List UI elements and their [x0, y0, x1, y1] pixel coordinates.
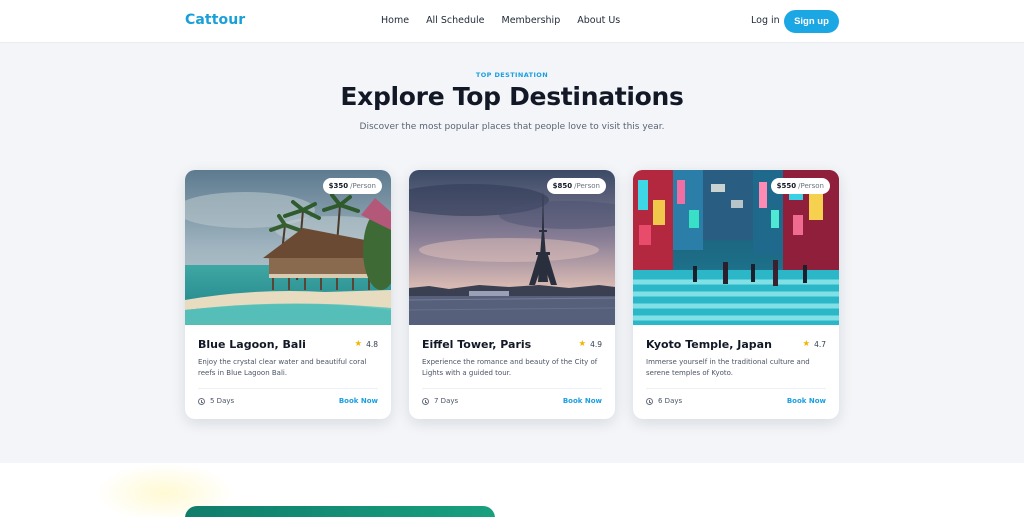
- duration-text: 5 Days: [210, 397, 235, 405]
- destination-card-paris[interactable]: $850 /Person Eiffel Tower, Paris ★ 4.9 E…: [409, 170, 615, 419]
- divider: [646, 388, 826, 389]
- star-icon: ★: [802, 339, 811, 349]
- clock-icon: [646, 397, 653, 405]
- section-eyebrow: TOP DESTINATION: [475, 71, 549, 79]
- signup-button[interactable]: Sign up: [784, 10, 839, 33]
- clock-icon: [198, 397, 205, 405]
- section-subtitle: Discover the most popular places that pe…: [359, 122, 665, 132]
- destination-description: Experience the romance and beauty of the…: [422, 358, 598, 377]
- price-amount: $350: [328, 182, 349, 190]
- destination-description: Immerse yourself in the traditional cult…: [646, 358, 810, 377]
- top-navbar: Cattour Home All Schedule Membership Abo…: [0, 0, 1024, 43]
- divider: [422, 388, 602, 389]
- rating: ★ 4.9: [578, 339, 602, 349]
- divider: [198, 388, 378, 389]
- price-badge: $350 /Person: [322, 178, 382, 194]
- book-now-link[interactable]: Book Now: [787, 397, 826, 405]
- price-amount: $550: [776, 182, 797, 190]
- nav-membership[interactable]: Membership: [502, 15, 561, 26]
- login-link[interactable]: Log in: [751, 15, 780, 26]
- destination-name: Kyoto Temple, Japan: [646, 338, 772, 351]
- section-title: Explore Top Destinations: [340, 82, 684, 111]
- price-badge: $550 /Person: [770, 178, 830, 194]
- price-badge: $850 /Person: [546, 178, 606, 194]
- trip-duration: 7 Days: [422, 397, 458, 405]
- duration-text: 7 Days: [434, 397, 459, 405]
- nav-home[interactable]: Home: [381, 15, 409, 26]
- trip-duration: 5 Days: [198, 397, 234, 405]
- logo[interactable]: Cattour: [185, 12, 245, 28]
- clock-icon: [422, 397, 429, 405]
- destination-name: Eiffel Tower, Paris: [422, 338, 532, 351]
- destination-card-kyoto[interactable]: $550 /Person Kyoto Temple, Japan ★ 4.7 I…: [633, 170, 839, 419]
- rating-value: 4.8: [366, 339, 378, 349]
- rating: ★ 4.8: [354, 339, 378, 349]
- promo-banner: [185, 506, 495, 517]
- star-icon: ★: [578, 339, 587, 349]
- rating: ★ 4.7: [802, 339, 826, 349]
- rating-value: 4.9: [590, 339, 602, 349]
- destination-card-bali[interactable]: $350 /Person Blue Lagoon, Bali ★ 4.8 Enj…: [185, 170, 391, 419]
- price-unit: /Person: [350, 182, 376, 190]
- star-icon: ★: [354, 339, 363, 349]
- book-now-link[interactable]: Book Now: [563, 397, 602, 405]
- price-unit: /Person: [798, 182, 824, 190]
- rating-value: 4.7: [814, 339, 826, 349]
- price-unit: /Person: [574, 182, 600, 190]
- duration-text: 6 Days: [658, 397, 683, 405]
- main-nav: Home All Schedule Membership About Us: [381, 15, 637, 26]
- destination-name: Blue Lagoon, Bali: [198, 338, 306, 351]
- book-now-link[interactable]: Book Now: [339, 397, 378, 405]
- nav-about-us[interactable]: About Us: [577, 15, 620, 26]
- trip-duration: 6 Days: [646, 397, 682, 405]
- price-amount: $850: [552, 182, 573, 190]
- destination-description: Enjoy the crystal clear water and beauti…: [198, 358, 367, 377]
- nav-all-schedule[interactable]: All Schedule: [426, 15, 484, 26]
